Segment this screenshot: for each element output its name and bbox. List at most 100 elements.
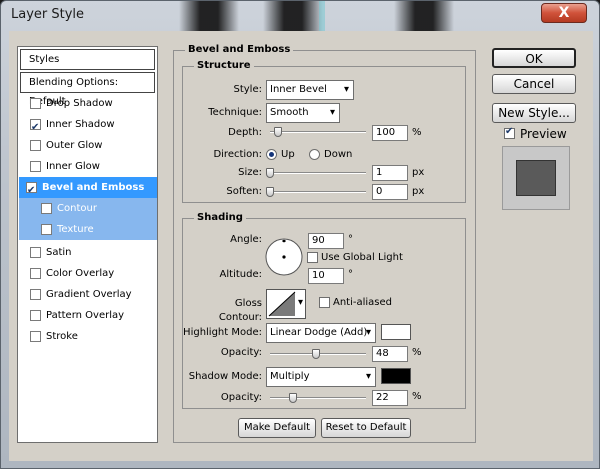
altitude-label: Altitude: bbox=[219, 269, 262, 280]
window-title: Layer Style bbox=[11, 7, 85, 22]
gloss-contour-label: Gloss Contour: bbox=[218, 298, 262, 323]
style-item-bevel-emboss[interactable]: Bevel and Emboss bbox=[19, 177, 157, 201]
contour-preview-icon bbox=[268, 291, 296, 317]
checkbox[interactable] bbox=[30, 98, 41, 109]
title-bar[interactable]: Layer Style X bbox=[1, 1, 599, 31]
depth-slider[interactable] bbox=[270, 127, 366, 137]
soften-slider[interactable] bbox=[266, 187, 366, 197]
size-unit: px bbox=[412, 167, 425, 178]
preview-swatch bbox=[516, 160, 556, 196]
make-default-button[interactable]: Make Default bbox=[238, 418, 316, 438]
reset-default-button[interactable]: Reset to Default bbox=[321, 418, 411, 438]
direction-down-label: Down bbox=[324, 149, 353, 160]
checkbox[interactable] bbox=[30, 310, 41, 321]
size-label: Size: bbox=[238, 167, 262, 178]
background-dark-band bbox=[179, 1, 239, 31]
style-item-satin[interactable]: Satin bbox=[24, 242, 157, 263]
structure-title: Structure bbox=[194, 60, 254, 72]
technique-label: Technique: bbox=[208, 107, 262, 118]
global-light-checkbox[interactable] bbox=[307, 252, 318, 263]
chevron-down-icon[interactable]: ▾ bbox=[298, 297, 303, 308]
checkbox[interactable] bbox=[41, 203, 52, 214]
angle-unit: ° bbox=[348, 234, 353, 245]
style-item-color-overlay[interactable]: Color Overlay bbox=[24, 263, 157, 284]
anti-aliased-checkbox[interactable] bbox=[319, 297, 330, 308]
checkbox[interactable] bbox=[30, 117, 41, 138]
angle-label: Angle: bbox=[230, 234, 262, 245]
checkbox[interactable] bbox=[26, 180, 37, 201]
style-item-inner-glow[interactable]: Inner Glow bbox=[24, 156, 157, 177]
styles-list: Styles Blending Options: Default Drop Sh… bbox=[17, 46, 158, 443]
style-item-gradient-overlay[interactable]: Gradient Overlay bbox=[24, 284, 157, 305]
shadow-color-swatch[interactable] bbox=[381, 368, 411, 384]
checkbox[interactable] bbox=[30, 268, 41, 279]
checkbox[interactable] bbox=[30, 289, 41, 300]
shadow-opacity-unit: % bbox=[412, 391, 422, 402]
style-item-inner-shadow[interactable]: Inner Shadow bbox=[24, 114, 157, 138]
technique-select[interactable]: Smooth bbox=[266, 103, 340, 123]
background-dark-band bbox=[263, 1, 323, 31]
depth-label: Depth: bbox=[228, 127, 262, 138]
preview-label: Preview bbox=[520, 127, 567, 141]
depth-input[interactable]: 100 bbox=[372, 125, 408, 141]
global-light-label: Use Global Light bbox=[321, 252, 403, 263]
gloss-contour-picker[interactable]: ▾ bbox=[266, 289, 306, 319]
highlight-mode-select[interactable]: Linear Dodge (Add) bbox=[266, 323, 376, 343]
shadow-mode-select[interactable]: Multiply bbox=[266, 367, 376, 387]
slider-track bbox=[270, 397, 366, 399]
highlight-color-swatch[interactable] bbox=[381, 324, 411, 340]
slider-thumb[interactable] bbox=[266, 168, 274, 178]
ok-button[interactable]: OK bbox=[492, 48, 576, 68]
soften-unit: px bbox=[412, 186, 425, 197]
shading-title: Shading bbox=[194, 212, 246, 224]
styles-header[interactable]: Styles bbox=[20, 49, 155, 70]
background-glow bbox=[319, 1, 325, 31]
slider-track bbox=[266, 191, 366, 193]
style-item-contour[interactable]: Contour bbox=[19, 198, 157, 219]
slider-track bbox=[270, 131, 366, 133]
shadow-opacity-input[interactable]: 22 bbox=[372, 390, 408, 406]
altitude-unit: ° bbox=[348, 269, 353, 280]
style-item-outer-glow[interactable]: Outer Glow bbox=[24, 135, 157, 156]
highlight-opacity-input[interactable]: 48 bbox=[372, 346, 408, 362]
cancel-button[interactable]: Cancel bbox=[492, 74, 576, 94]
shadow-opacity-label: Opacity: bbox=[220, 392, 262, 403]
angle-input[interactable]: 90 bbox=[308, 233, 344, 249]
checkbox[interactable] bbox=[41, 224, 52, 235]
style-item-stroke[interactable]: Stroke bbox=[24, 326, 157, 347]
direction-up-radio[interactable] bbox=[266, 149, 277, 160]
close-button[interactable]: X bbox=[541, 3, 587, 23]
direction-down-radio[interactable] bbox=[309, 149, 320, 160]
style-label: Style: bbox=[233, 84, 263, 95]
style-item-pattern-overlay[interactable]: Pattern Overlay bbox=[24, 305, 157, 326]
background-dark-band bbox=[394, 1, 454, 31]
preview-checkbox[interactable] bbox=[504, 126, 515, 139]
new-style-button[interactable]: New Style... bbox=[492, 103, 576, 123]
direction-up-label: Up bbox=[281, 149, 295, 160]
soften-input[interactable]: 0 bbox=[372, 184, 408, 200]
checkbox[interactable] bbox=[30, 331, 41, 342]
style-item-drop-shadow[interactable]: Drop Shadow bbox=[24, 93, 157, 114]
checkbox[interactable] bbox=[30, 140, 41, 151]
bevel-style-select[interactable]: Inner Bevel bbox=[266, 80, 354, 100]
style-item-texture[interactable]: Texture bbox=[19, 219, 157, 240]
highlight-opacity-label: Opacity: bbox=[220, 347, 262, 358]
size-input[interactable]: 1 bbox=[372, 165, 408, 181]
shadow-opacity-slider[interactable] bbox=[270, 393, 366, 403]
slider-thumb[interactable] bbox=[312, 349, 320, 359]
angle-dial[interactable] bbox=[264, 237, 304, 277]
shadow-mode-label: Shadow Mode: bbox=[188, 371, 262, 382]
anti-aliased-label: Anti-aliased bbox=[333, 297, 393, 308]
slider-thumb[interactable] bbox=[289, 393, 297, 403]
size-slider[interactable] bbox=[266, 168, 366, 178]
highlight-mode-label: Highlight Mode: bbox=[183, 327, 262, 338]
checkbox[interactable] bbox=[30, 247, 41, 258]
altitude-input[interactable]: 10 bbox=[308, 268, 344, 284]
slider-thumb[interactable] bbox=[266, 187, 274, 197]
blending-options-item[interactable]: Blending Options: Default bbox=[20, 72, 155, 107]
direction-label: Direction: bbox=[213, 149, 262, 160]
depth-unit: % bbox=[412, 127, 422, 138]
highlight-opacity-slider[interactable] bbox=[270, 349, 366, 359]
slider-thumb[interactable] bbox=[274, 127, 282, 137]
checkbox[interactable] bbox=[30, 161, 41, 172]
